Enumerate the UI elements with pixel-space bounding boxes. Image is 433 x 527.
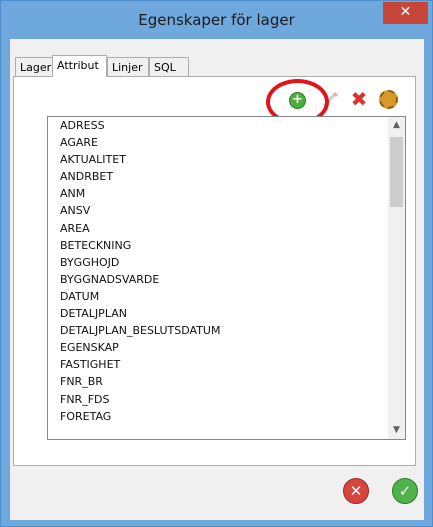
list-item[interactable]: ANDRBET [48,168,405,185]
list-item[interactable]: AREA [48,220,405,237]
attribute-settings-button[interactable] [376,87,400,111]
cancel-button[interactable]: ✕ [340,475,372,507]
attribute-list[interactable]: ADRESS AGARE AKTUALITET ANDRBET ANM ANSV AREA B… [47,116,406,440]
list-item[interactable]: BETECKNING [48,237,405,254]
scroll-down-arrow-icon[interactable]: ▼ [388,422,405,439]
tab-linjer[interactable]: Linjer [107,57,149,76]
list-item[interactable]: DATUM [48,288,405,305]
scroll-thumb[interactable] [390,137,403,207]
delete-icon: ✖ [350,87,368,111]
list-scrollbar[interactable]: ▲ ▼ [388,117,405,439]
list-item[interactable]: FASTIGHET [48,356,405,373]
close-button[interactable]: ✕ [383,2,428,24]
title-bar[interactable]: Egenskaper för lager ✕ [1,1,432,39]
tab-label: Lager [20,61,52,74]
close-icon: ✕ [399,4,412,20]
list-item[interactable]: BYGGNADSVARDE [48,271,405,288]
list-item[interactable]: FNR_FDS [48,391,405,408]
list-item[interactable]: DETALJPLAN [48,305,405,322]
list-item[interactable]: EGENSKAP [48,339,405,356]
cancel-icon: ✕ [343,478,369,504]
attribute-list-items: ADRESS AGARE AKTUALITET ANDRBET ANM ANSV AREA B… [48,117,405,425]
delete-attribute-button[interactable]: ✖ [347,87,371,111]
list-item[interactable]: ANM [48,185,405,202]
list-item[interactable]: DETALJPLAN_BESLUTSDATUM [48,322,405,339]
tab-label: Attribut [57,59,99,72]
gear-icon [379,90,398,109]
window-title: Egenskaper för lager [138,11,295,29]
list-item[interactable]: ADRESS [48,117,405,134]
dialog-window: Egenskaper för lager ✕ Lager Attribut Li… [0,0,433,527]
ok-button[interactable]: ✓ [389,475,421,507]
list-item[interactable]: AKTUALITET [48,151,405,168]
list-item[interactable]: FORETAG [48,408,405,425]
tab-label: SQL [154,61,176,74]
tab-lager[interactable]: Lager [15,57,54,76]
tab-sql[interactable]: SQL [149,57,189,76]
list-item[interactable]: ANSV [48,202,405,219]
ok-icon: ✓ [392,478,418,504]
scroll-up-arrow-icon[interactable]: ▲ [388,117,405,134]
list-item[interactable]: BYGGHOJD [48,254,405,271]
tab-attribut[interactable]: Attribut [52,55,107,77]
list-item[interactable]: FNR_BR [48,373,405,390]
list-item[interactable]: AGARE [48,134,405,151]
tab-label: Linjer [112,61,143,74]
